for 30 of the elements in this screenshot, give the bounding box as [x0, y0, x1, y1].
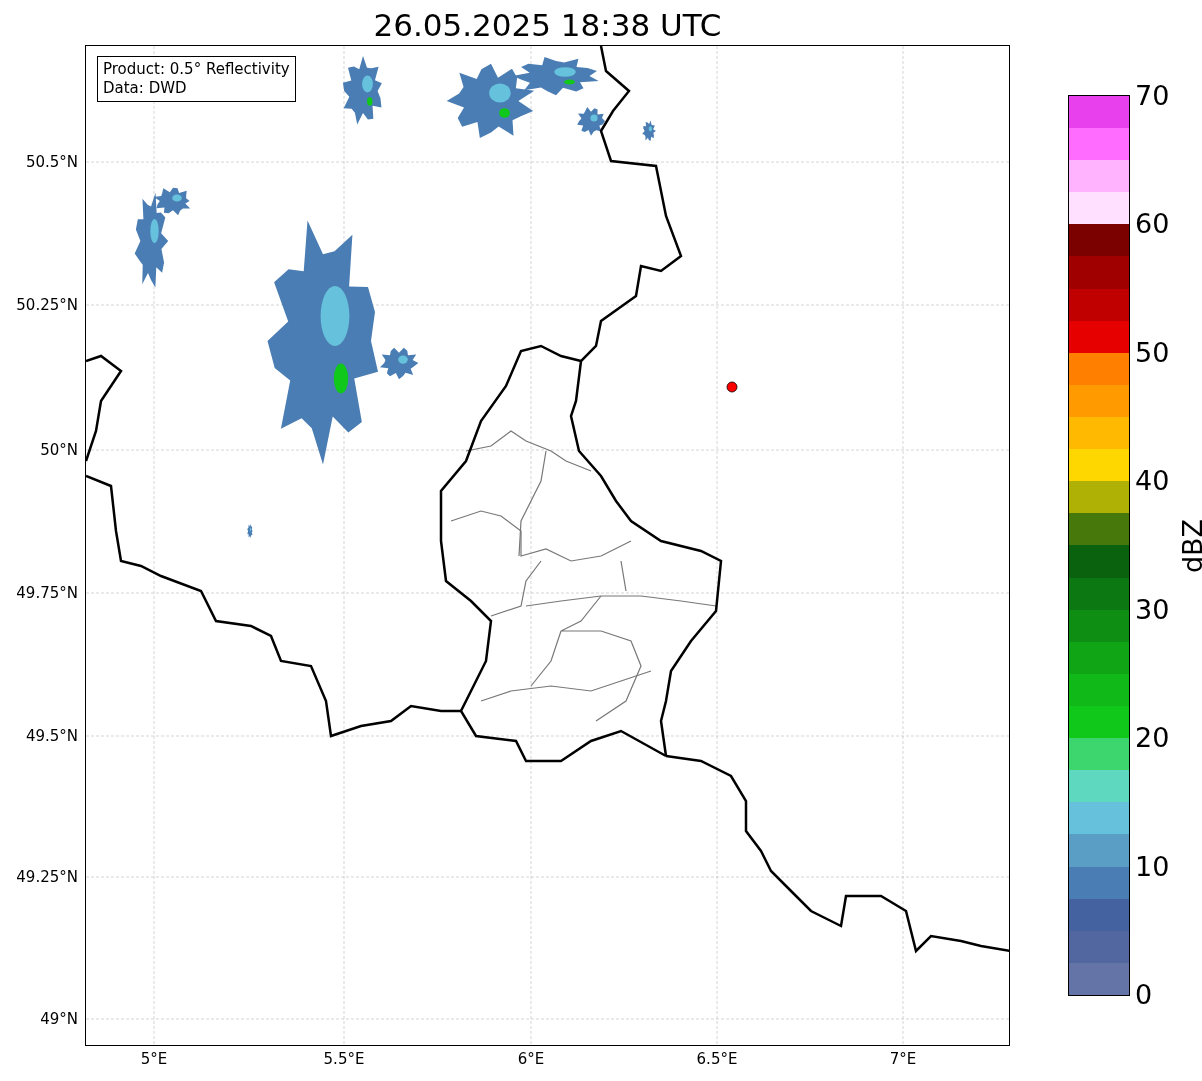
- latitude-label: 49°N: [40, 1010, 78, 1028]
- chart-title: 26.05.2025 18:38 UTC: [372, 6, 723, 45]
- radar-echo: [642, 120, 656, 141]
- colorbar-tick-label: 60: [1135, 209, 1170, 240]
- latitude-label: 49.5°N: [25, 727, 78, 745]
- radar-echo: [577, 106, 605, 136]
- colorbar-tick-label: 10: [1135, 851, 1170, 882]
- longitude-label: 5.5°E: [323, 1050, 365, 1068]
- latitude-label: 49.75°N: [16, 584, 78, 602]
- colorbar-tick-label: 30: [1135, 594, 1170, 625]
- colorbar-tick-label: 70: [1135, 81, 1170, 111]
- colorbar-tick-label: 0: [1135, 980, 1153, 1010]
- legend-text: Data: DWD: [103, 79, 188, 98]
- legend-text: Product: 0.5° Reflectivity: [103, 60, 290, 79]
- longitude-label: 5°E: [140, 1050, 168, 1068]
- longitude-label: 6.5°E: [696, 1050, 738, 1068]
- colorbar-tick-label: 50: [1135, 337, 1170, 368]
- latitude-label: 50.5°N: [25, 153, 78, 171]
- latitude-label: 50.25°N: [16, 296, 78, 314]
- latitude-label: 49.25°N: [16, 868, 78, 886]
- radar-echo: [380, 347, 419, 380]
- colorbar-label: dBZ: [1176, 518, 1202, 573]
- radar-echo: [247, 524, 253, 539]
- longitude-label: 7°E: [889, 1050, 917, 1068]
- longitude-label: 6°E: [517, 1050, 545, 1068]
- colorbar-tick-label: 20: [1135, 723, 1170, 754]
- colorbar-tick-label: 40: [1135, 466, 1170, 497]
- radar-echo: [342, 56, 382, 125]
- radar-site-icon: [726, 381, 738, 393]
- latitude-label: 50°N: [40, 441, 78, 459]
